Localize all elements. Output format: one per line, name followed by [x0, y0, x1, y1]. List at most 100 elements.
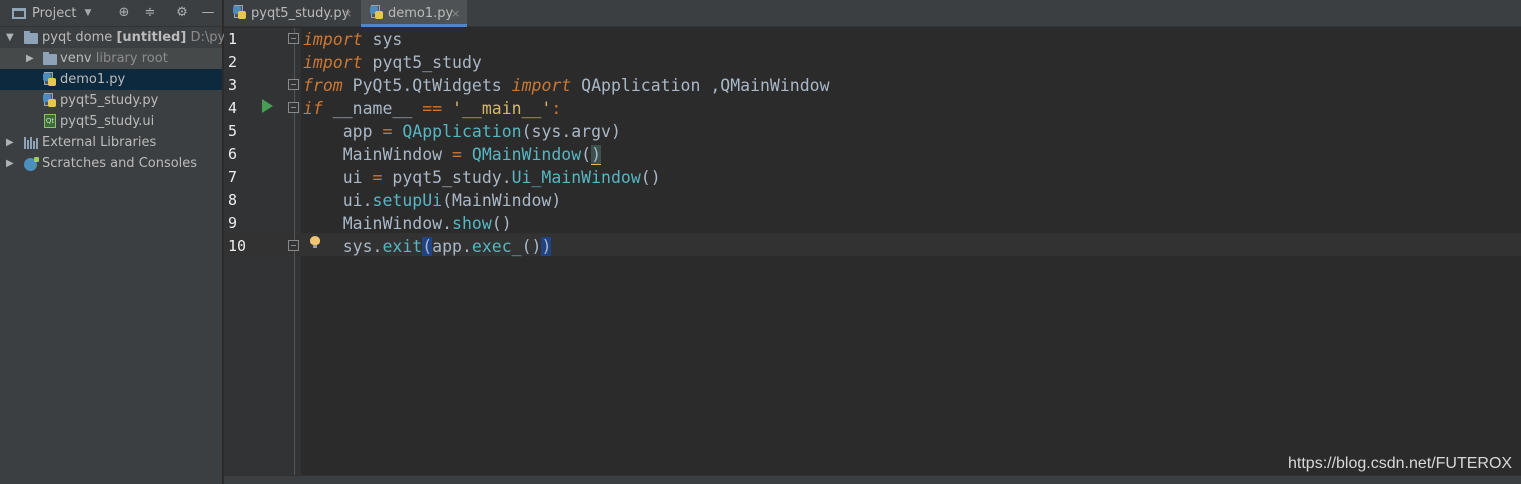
code-token: (sys.argv) [521, 122, 621, 141]
code-token: exit [382, 237, 423, 256]
code-token: sys [362, 30, 403, 49]
project-panel: Project ▼ ⊕ ≑ ⚙ — ▼ pyqt dome [untitled]… [0, 0, 239, 484]
tree-item-venv[interactable]: ▶ venv library root [0, 48, 222, 69]
project-panel-header[interactable]: Project ▼ ⊕ ≑ ⚙ — [0, 0, 222, 27]
tree-item-project-root[interactable]: ▼ pyqt dome [untitled] D:\pyqt [0, 27, 239, 48]
code-token: setupUi [372, 191, 443, 210]
fold-marker-icon[interactable] [288, 240, 299, 251]
code-token: ( [422, 237, 433, 256]
python-file-icon [370, 5, 383, 20]
project-window-icon [12, 7, 26, 19]
code-token: app. [432, 237, 472, 256]
tree-item-label: pyqt dome [42, 30, 113, 45]
editor-horizontal-scrollbar[interactable] [224, 475, 1521, 484]
code-token: ) [541, 237, 552, 256]
tree-item-tag: [untitled] [116, 30, 187, 45]
tree-item-label: pyqt5_study.py [60, 93, 159, 108]
close-icon[interactable]: × [451, 0, 460, 27]
line-number: 9 [228, 214, 238, 232]
scratches-icon [24, 157, 39, 171]
tree-item-label: demo1.py [60, 72, 126, 87]
code-line[interactable]: app = QApplication(sys.argv) [303, 120, 621, 143]
project-panel-title[interactable]: Project [32, 6, 76, 21]
gutter-separator [294, 28, 295, 475]
code-token: exec_ [471, 237, 522, 256]
code-line[interactable]: from PyQt5.QtWidgets import QApplication… [303, 74, 830, 97]
code-line[interactable]: MainWindow = QMainWindow() [303, 143, 602, 166]
code-token: if [303, 99, 323, 118]
collapsed-arrow-icon[interactable]: ▶ [6, 153, 14, 174]
folder-icon [24, 31, 38, 44]
fold-marker-icon[interactable] [288, 33, 299, 44]
tree-item-demo1[interactable]: demo1.py [0, 69, 222, 90]
line-number: 7 [228, 168, 238, 186]
code-line[interactable]: if __name__ == '__main__': [303, 97, 561, 120]
gear-icon[interactable]: ⚙ [174, 5, 190, 21]
hide-panel-icon[interactable]: — [200, 5, 216, 21]
line-number: 5 [228, 122, 238, 140]
code-token: () [521, 237, 542, 256]
line-number: 8 [228, 191, 238, 209]
code-token: import [511, 76, 572, 95]
tree-item-label: pyqt5_study.ui [60, 114, 155, 129]
tree-item-external-libraries[interactable]: ▶ External Libraries [0, 132, 222, 153]
tree-item-pyqt5-study-py[interactable]: pyqt5_study.py [0, 90, 222, 111]
code-token: app [303, 122, 383, 141]
line-number: 6 [228, 145, 238, 163]
line-number: 3 [228, 76, 238, 94]
tree-item-label: External Libraries [42, 135, 157, 150]
fold-marker-icon[interactable] [288, 102, 299, 113]
tree-item-scratches[interactable]: ▶ Scratches and Consoles [0, 153, 222, 174]
fold-marker-icon[interactable] [288, 79, 299, 90]
code-token: == [422, 99, 443, 118]
code-token: pyqt5_study [362, 53, 482, 72]
tree-item-label: venv [60, 51, 92, 66]
locate-icon[interactable]: ⊕ [116, 5, 132, 21]
code-token: = [372, 168, 383, 187]
code-token: ui. [303, 191, 373, 210]
tab-label: pyqt5_study.py [251, 6, 350, 21]
run-arrow-icon[interactable] [262, 99, 273, 113]
code-token: = [452, 145, 462, 164]
code-token: __name__ [322, 99, 423, 118]
tree-item-pyqt5-study-ui[interactable]: Qt pyqt5_study.ui [0, 111, 222, 132]
code-line[interactable]: MainWindow.show() [303, 212, 512, 235]
code-token: ui [303, 168, 373, 187]
code-token: = [382, 122, 393, 141]
qt-ui-file-icon: Qt [44, 114, 56, 128]
code-line[interactable]: import sys [303, 28, 402, 51]
code-token: PyQt5.QtWidgets [342, 76, 512, 95]
code-token: , [710, 76, 721, 95]
watermark: https://blog.csdn.net/FUTEROX [1288, 455, 1513, 472]
code-token: QApplication [402, 122, 522, 141]
code-token: (MainWindow) [442, 191, 562, 210]
code-token: '__main__' [452, 99, 552, 118]
collapsed-arrow-icon[interactable]: ▶ [6, 132, 14, 153]
python-file-icon [233, 5, 246, 20]
line-number: 4 [228, 99, 238, 117]
code-token: from [303, 76, 343, 95]
code-line[interactable]: sys.exit(app.exec_()) [303, 235, 552, 258]
collapsed-arrow-icon[interactable]: ▶ [26, 48, 34, 69]
code-token: QMainWindow [471, 145, 582, 164]
line-number: 1 [228, 30, 238, 48]
chevron-down-icon[interactable]: ▼ [84, 8, 91, 18]
tab-pyqt5-study[interactable]: pyqt5_study.py × [224, 0, 360, 27]
code-token: () [640, 168, 661, 187]
expanded-arrow-icon[interactable]: ▼ [6, 27, 14, 48]
tab-demo1[interactable]: demo1.py × [361, 0, 467, 27]
collapse-all-icon[interactable]: ≑ [142, 5, 158, 21]
line-number: 2 [228, 53, 238, 71]
code-line[interactable]: ui = pyqt5_study.Ui_MainWindow() [303, 166, 661, 189]
code-line[interactable]: ui.setupUi(MainWindow) [303, 189, 562, 212]
python-file-icon [43, 72, 56, 87]
code-line[interactable]: import pyqt5_study [303, 51, 482, 74]
library-icon [24, 137, 38, 149]
python-file-icon [43, 93, 56, 108]
close-icon[interactable]: × [343, 0, 352, 27]
code-token: MainWindow [303, 145, 453, 164]
code-token: import [303, 30, 363, 49]
tree-item-label: Scratches and Consoles [42, 156, 198, 171]
